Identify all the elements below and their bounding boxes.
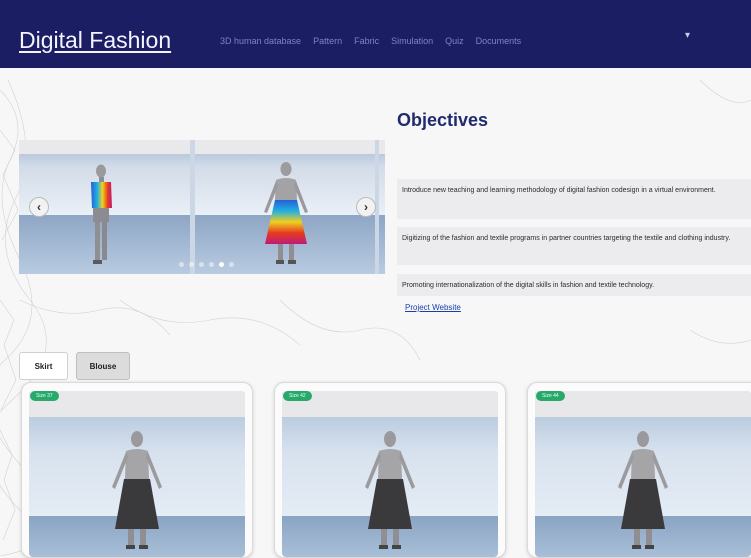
carousel-indicator-dot[interactable]: [199, 262, 204, 267]
tab-blouse[interactable]: Blouse: [76, 352, 130, 380]
tab-label: Blouse: [89, 361, 117, 371]
project-website-link[interactable]: Project Website: [405, 303, 461, 312]
card-image: [535, 391, 751, 557]
product-card[interactable]: Size 37: [21, 382, 253, 558]
chevron-left-icon: ‹: [37, 200, 41, 214]
dropdown-caret-icon[interactable]: ▾: [685, 30, 690, 41]
carousel-indicators: [179, 262, 234, 267]
chevron-right-icon: ›: [364, 200, 368, 214]
tab-label: Skirt: [34, 361, 53, 371]
avatar-skirt-image: [618, 431, 668, 549]
nav-link-fabric[interactable]: Fabric: [354, 36, 379, 46]
carousel-slide: [379, 140, 385, 274]
nav-link-documents[interactable]: Documents: [476, 36, 522, 46]
objective-item: Digitizing of the fashion and textile pr…: [397, 227, 751, 265]
carousel-prev-button[interactable]: ‹: [29, 197, 49, 217]
nav-link-pattern[interactable]: Pattern: [313, 36, 342, 46]
carousel-next-button[interactable]: ›: [356, 197, 376, 217]
size-badge: Size 37: [30, 391, 59, 401]
objective-item: Promoting internationalization of the di…: [397, 274, 751, 296]
card-image: [29, 391, 245, 557]
top-navbar: Digital Fashion 3D human database Patter…: [0, 0, 751, 68]
size-badge: Size 44: [536, 391, 565, 401]
carousel-indicator-dot-active[interactable]: [219, 262, 224, 267]
carousel-slide: [195, 140, 375, 274]
product-card[interactable]: Size 42: [274, 382, 506, 558]
card-image: [282, 391, 498, 557]
brand-link[interactable]: Digital Fashion: [19, 27, 171, 54]
carousel-indicator-dot[interactable]: [209, 262, 214, 267]
objective-text: Promoting internationalization of the di…: [402, 282, 655, 289]
nav-link-quiz[interactable]: Quiz: [445, 36, 464, 46]
avatar-skirt-image: [365, 431, 415, 549]
carousel-indicator-dot[interactable]: [179, 262, 184, 267]
nav-link-3d-human-database[interactable]: 3D human database: [220, 36, 301, 46]
nav-link-simulation[interactable]: Simulation: [391, 36, 433, 46]
objectives-heading: Objectives: [397, 110, 489, 130]
product-card[interactable]: Size 44: [527, 382, 751, 558]
avatar-skirt-image: [112, 431, 162, 549]
carousel-indicator-dot[interactable]: [229, 262, 234, 267]
size-badge: Size 42: [283, 391, 312, 401]
avatar-front-dress-image: [264, 162, 308, 264]
objective-text: Digitizing of the fashion and textile pr…: [402, 235, 731, 242]
avatar-side-view-image: [91, 164, 112, 264]
nav-links: 3D human database Pattern Fabric Simulat…: [220, 36, 521, 46]
objective-text: Introduce new teaching and learning meth…: [402, 187, 716, 194]
objective-item: Introduce new teaching and learning meth…: [397, 179, 751, 219]
image-carousel[interactable]: ‹ ›: [19, 140, 385, 274]
carousel-indicator-dot[interactable]: [189, 262, 194, 267]
tab-skirt[interactable]: Skirt: [19, 352, 68, 380]
